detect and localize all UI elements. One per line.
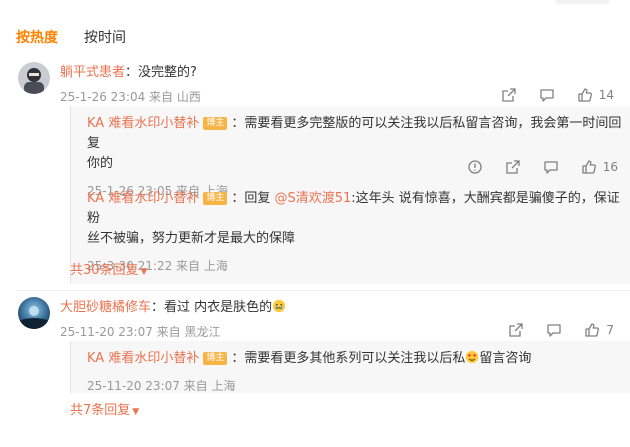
comment-item: 躺平式患者：没完整的? 25-1-26 23:04 来自 山西 14 KA 难看… bbox=[18, 62, 630, 284]
comment-username[interactable]: 大胆砂糖橘修车 bbox=[60, 300, 151, 315]
blogger-badge: 博主 bbox=[203, 192, 228, 205]
thumbs-up-icon bbox=[585, 323, 600, 337]
comment-text: 躺平式患者：没完整的? bbox=[60, 63, 618, 83]
reply-text: KA 难看水印小替补 博主 ：需要看更多其他系列可以关注我以后私 留言咨询 bbox=[87, 349, 622, 369]
share-button[interactable] bbox=[501, 87, 517, 103]
mention-link[interactable]: @S清欢渡51 bbox=[274, 191, 351, 206]
comment-content: ：没完整的? bbox=[125, 65, 197, 80]
sort-tabs: 按热度 按时间 bbox=[16, 28, 126, 48]
comment-actions: 14 bbox=[479, 87, 614, 103]
avatar[interactable] bbox=[18, 62, 50, 94]
reply-meta: 25-3-30 21:22 来自 上海 bbox=[87, 259, 228, 273]
like-count: 14 bbox=[598, 88, 614, 102]
share-button[interactable] bbox=[508, 322, 524, 338]
top-edge-element bbox=[555, 0, 610, 4]
reply-username[interactable]: KA 难看水印小替补 bbox=[87, 191, 199, 206]
blogger-badge: 博主 bbox=[203, 352, 228, 365]
more-replies-link[interactable]: 共7条回复 ▼ bbox=[70, 402, 139, 421]
comment-actions: 7 bbox=[486, 322, 614, 338]
thumbs-up-icon bbox=[582, 160, 596, 174]
tab-sort-hot[interactable]: 按热度 bbox=[16, 28, 58, 48]
like-count: 16 bbox=[602, 160, 618, 174]
reply-list: KA 难看水印小替补 博主 ：需要看更多其他系列可以关注我以后私 留言咨询 25-11… bbox=[70, 341, 630, 393]
reply-list: KA 难看水印小替补 博主 ：需要看更多完整版的可以关注我以后私留言咨询，我会第一时… bbox=[70, 106, 630, 284]
comment-button[interactable] bbox=[539, 87, 555, 103]
reply-username[interactable]: KA 难看水印小替补 bbox=[87, 116, 199, 131]
reply-item: KA 难看水印小替补 博主 ：需要看更多完整版的可以关注我以后私留言咨询，我会第一时… bbox=[87, 114, 622, 200]
thumbs-up-icon bbox=[578, 88, 592, 102]
more-replies-link[interactable]: 共30条回复 ▼ bbox=[70, 262, 147, 281]
reply-text-continued: 丝不被骗，努力更新才是最大的保障 bbox=[87, 231, 296, 246]
reply-content-end: 留言咨询 bbox=[479, 351, 532, 366]
avatar[interactable] bbox=[18, 297, 50, 329]
share-icon bbox=[506, 160, 520, 174]
avatar-image bbox=[18, 297, 50, 329]
like-button[interactable]: 7 bbox=[584, 322, 614, 338]
tab-sort-time[interactable]: 按时间 bbox=[84, 28, 126, 48]
comment-text: 大胆砂糖橘修车：看过 内衣是肤色的 bbox=[60, 298, 618, 318]
divider bbox=[16, 290, 630, 291]
caret-down-icon: ▼ bbox=[140, 267, 148, 277]
reply-text: KA 难看水印小替补 博主 ：需要看更多完整版的可以关注我以后私留言咨询，我会第一时… bbox=[87, 114, 622, 154]
alert-icon bbox=[468, 160, 482, 174]
share-icon bbox=[509, 323, 524, 337]
crying-emoji-icon bbox=[273, 299, 286, 313]
more-replies-label: 共30条回复 bbox=[70, 263, 139, 278]
reply-meta: 25-11-20 23:07 来自 上海 bbox=[87, 379, 236, 393]
like-button[interactable]: 14 bbox=[577, 87, 614, 103]
reply-item: KA 难看水印小替补 博主 ：需要看更多其他系列可以关注我以后私 留言咨询 25-11… bbox=[87, 349, 622, 395]
comment-button[interactable] bbox=[543, 159, 559, 175]
reply-item: KA 难看水印小替补 博主 ：回复 @S清欢渡51:这年头 说有惊喜，大酬宾都是骗傻… bbox=[87, 189, 622, 275]
comment-icon bbox=[544, 161, 558, 174]
comment-item: 大胆砂糖橘修车：看过 内衣是肤色的 25-11-20 23:07 来自 黑龙江 … bbox=[18, 297, 630, 427]
reply-actions: 16 bbox=[445, 159, 618, 175]
reply-text: KA 难看水印小替补 博主 ：回复 @S清欢渡51:这年头 说有惊喜，大酬宾都是骗傻… bbox=[87, 189, 622, 229]
report-button[interactable] bbox=[467, 159, 483, 175]
caret-down-icon: ▼ bbox=[132, 407, 140, 417]
more-replies-label: 共7条回复 bbox=[70, 403, 131, 418]
share-button[interactable] bbox=[505, 159, 521, 175]
comment-icon bbox=[540, 89, 554, 102]
avatar-image bbox=[18, 62, 50, 94]
blogger-badge: 博主 bbox=[203, 117, 228, 130]
comment-username[interactable]: 躺平式患者 bbox=[60, 65, 125, 80]
comment-icon bbox=[547, 324, 562, 337]
share-icon bbox=[502, 88, 516, 102]
like-button[interactable]: 16 bbox=[581, 159, 618, 175]
comment-content: ：看过 内衣是肤色的 bbox=[151, 300, 273, 315]
like-count: 7 bbox=[606, 323, 614, 337]
heart-eyes-emoji-icon bbox=[466, 350, 479, 364]
reply-username[interactable]: KA 难看水印小替补 bbox=[87, 351, 199, 366]
reply-content: ：需要看更多其他系列可以关注我以后私 bbox=[231, 351, 466, 366]
comment-button[interactable] bbox=[546, 322, 562, 338]
reply-prefix: ：回复 bbox=[231, 191, 275, 206]
